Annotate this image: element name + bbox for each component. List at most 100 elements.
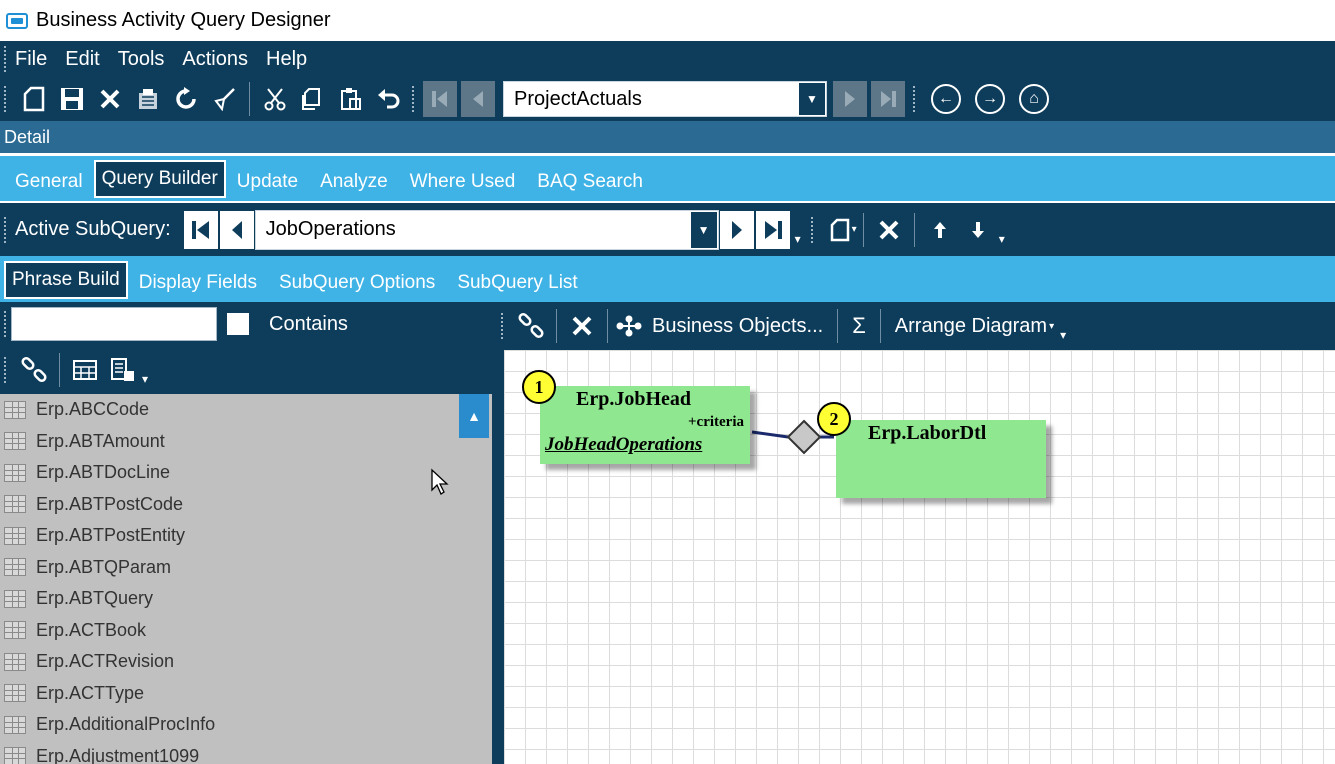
subquery-grip — [4, 216, 7, 243]
list-item[interactable]: Erp.ABTDocLine — [0, 457, 492, 489]
clear-icon[interactable] — [129, 79, 167, 119]
menu-tools[interactable]: Tools — [118, 48, 165, 71]
table-node-labordtl[interactable]: Erp.LaborDtl — [836, 420, 1046, 498]
list-item[interactable]: Erp.ACTRevision — [0, 646, 492, 678]
move-down-icon[interactable] — [959, 210, 997, 250]
tab-subquery-list[interactable]: SubQuery List — [446, 272, 588, 302]
business-objects-icon[interactable] — [614, 306, 644, 346]
next-subquery-icon[interactable] — [718, 209, 755, 250]
undo-icon[interactable] — [370, 79, 408, 119]
list-item[interactable]: Erp.ABTQParam — [0, 552, 492, 584]
list-item-label: Erp.ABTPostCode — [36, 493, 184, 514]
next-record-icon[interactable] — [833, 81, 867, 117]
contains-checkbox[interactable] — [227, 313, 249, 335]
filter-row: Contains — [0, 302, 497, 346]
toolbar-grip-2 — [412, 86, 415, 112]
prev-subquery-icon[interactable] — [218, 209, 255, 250]
tab-where-used[interactable]: Where Used — [399, 171, 527, 201]
arrange-diagram-button[interactable]: Arrange Diagram — [895, 315, 1047, 338]
table-icon — [4, 495, 26, 514]
list-item-label: Erp.ABTDocLine — [36, 462, 171, 483]
menu-help[interactable]: Help — [266, 48, 307, 71]
list-item[interactable]: Erp.Adjustment1099 — [0, 741, 492, 764]
tab-subquery-options[interactable]: SubQuery Options — [268, 272, 446, 302]
table-node-jobhead[interactable]: Erp.JobHead +criteria JobHeadOperations — [540, 386, 750, 464]
back-icon[interactable]: ← — [931, 84, 961, 114]
scroll-up-button[interactable]: ▲ — [459, 394, 489, 438]
last-record-icon[interactable] — [871, 81, 905, 117]
menu-bar: File Edit Tools Actions Help — [0, 41, 1335, 77]
table-grid-icon[interactable] — [66, 350, 104, 390]
list-item[interactable]: Erp.ABCCode — [0, 394, 492, 426]
table-icon — [4, 463, 26, 482]
query-selector[interactable]: ProjectActuals ▼ — [503, 81, 827, 117]
list-item[interactable]: Erp.AdditionalProcInfo — [0, 709, 492, 741]
window-title: Business Activity Query Designer — [36, 9, 331, 31]
first-record-icon[interactable] — [423, 81, 457, 117]
link-icon[interactable] — [15, 350, 53, 390]
menu-file[interactable]: File — [15, 48, 47, 71]
tab-display-fields[interactable]: Display Fields — [128, 272, 268, 302]
overflow-chevron-icon[interactable]: ▾ — [1060, 328, 1066, 342]
tab-analyze[interactable]: Analyze — [309, 171, 399, 201]
move-up-icon[interactable] — [921, 210, 959, 250]
diagram-separator-2 — [607, 309, 608, 343]
overflow-chevron-icon[interactable]: ▾ — [795, 232, 801, 246]
sigma-button[interactable]: Σ — [852, 313, 866, 339]
tab-update[interactable]: Update — [226, 171, 309, 201]
first-subquery-icon[interactable] — [182, 209, 219, 250]
delete-icon[interactable] — [91, 79, 129, 119]
list-item[interactable]: Erp.ABTPostEntity — [0, 520, 492, 552]
diagram-separator-4 — [879, 309, 881, 343]
paste-icon[interactable] — [332, 79, 370, 119]
list-item-label: Erp.ABTQuery — [36, 588, 154, 609]
list-item-label: Erp.ACTBook — [36, 619, 147, 640]
sweep-icon[interactable] — [205, 79, 243, 119]
home-icon[interactable]: ⌂ — [1019, 84, 1049, 114]
list-item[interactable]: Erp.ACTBook — [0, 615, 492, 647]
overflow-chevron-icon[interactable]: ▾ — [999, 232, 1005, 246]
title-bar: Business Activity Query Designer — [0, 0, 1335, 41]
cut-icon[interactable] — [256, 79, 294, 119]
list-item[interactable]: Erp.ABTQuery — [0, 583, 492, 615]
subquery-selector[interactable]: JobOperations ▼ — [254, 209, 719, 250]
save-icon[interactable] — [53, 79, 91, 119]
prev-record-icon[interactable] — [461, 81, 495, 117]
table-tools-chevron-icon[interactable]: ▾ — [142, 372, 148, 386]
table-tools-row: ▾ — [0, 346, 497, 394]
last-subquery-icon[interactable] — [754, 209, 791, 250]
forward-icon[interactable]: → — [975, 84, 1005, 114]
filter-grip — [4, 311, 7, 337]
refresh-icon[interactable] — [167, 79, 205, 119]
list-item-label: Erp.ABTAmount — [36, 430, 165, 451]
copy-icon[interactable] — [294, 79, 332, 119]
chevron-down-icon[interactable]: ▼ — [798, 82, 826, 116]
business-objects-button[interactable]: Business Objects... — [652, 315, 823, 338]
delete-subquery-icon[interactable] — [870, 210, 908, 250]
list-item[interactable]: Erp.ACTType — [0, 678, 492, 710]
menu-edit[interactable]: Edit — [65, 48, 99, 71]
active-subquery-bar: Active SubQuery: JobOperations ▼ ▾ ▾ ▾ — [0, 203, 1335, 256]
menu-actions[interactable]: Actions — [182, 48, 248, 71]
list-item[interactable]: Erp.ABTAmount — [0, 426, 492, 458]
new-icon[interactable] — [15, 79, 53, 119]
calculated-field-icon[interactable] — [104, 350, 142, 390]
remove-icon[interactable] — [563, 306, 601, 346]
tab-query-builder[interactable]: Query Builder — [93, 160, 226, 198]
relation-label[interactable]: JobHeadOperations — [545, 434, 702, 456]
table-icon — [4, 747, 26, 764]
tab-baq-search[interactable]: BAQ Search — [526, 171, 654, 201]
new-dropdown-chevron-icon[interactable]: ▾ — [852, 224, 857, 235]
detail-bar: Detail — [0, 121, 1335, 153]
tab-phrase-build[interactable]: Phrase Build — [4, 261, 128, 299]
list-item-label: Erp.ABTQParam — [36, 556, 172, 577]
criteria-label[interactable]: +criteria — [688, 414, 744, 431]
chevron-down-icon[interactable]: ▼ — [689, 210, 718, 249]
list-item[interactable]: Erp.ABTPostCode — [0, 489, 492, 521]
table-icon — [4, 715, 26, 734]
link-icon[interactable] — [512, 306, 550, 346]
table-filter-input[interactable] — [11, 307, 217, 341]
arrange-dropdown-icon[interactable]: ▾ — [1049, 321, 1054, 332]
diagram-canvas[interactable]: Erp.JobHead +criteria JobHeadOperations … — [504, 350, 1335, 764]
tab-general[interactable]: General — [4, 171, 94, 201]
